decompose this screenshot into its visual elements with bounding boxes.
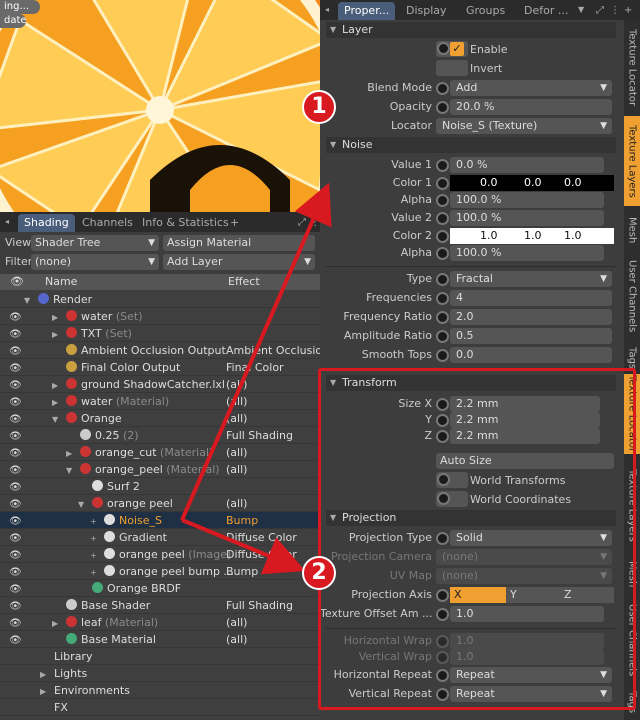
marker-2: 2 <box>302 556 336 590</box>
marker-1: 1 <box>302 90 336 124</box>
arrow-to-transform <box>181 518 306 575</box>
arrow-to-noise <box>180 182 332 521</box>
